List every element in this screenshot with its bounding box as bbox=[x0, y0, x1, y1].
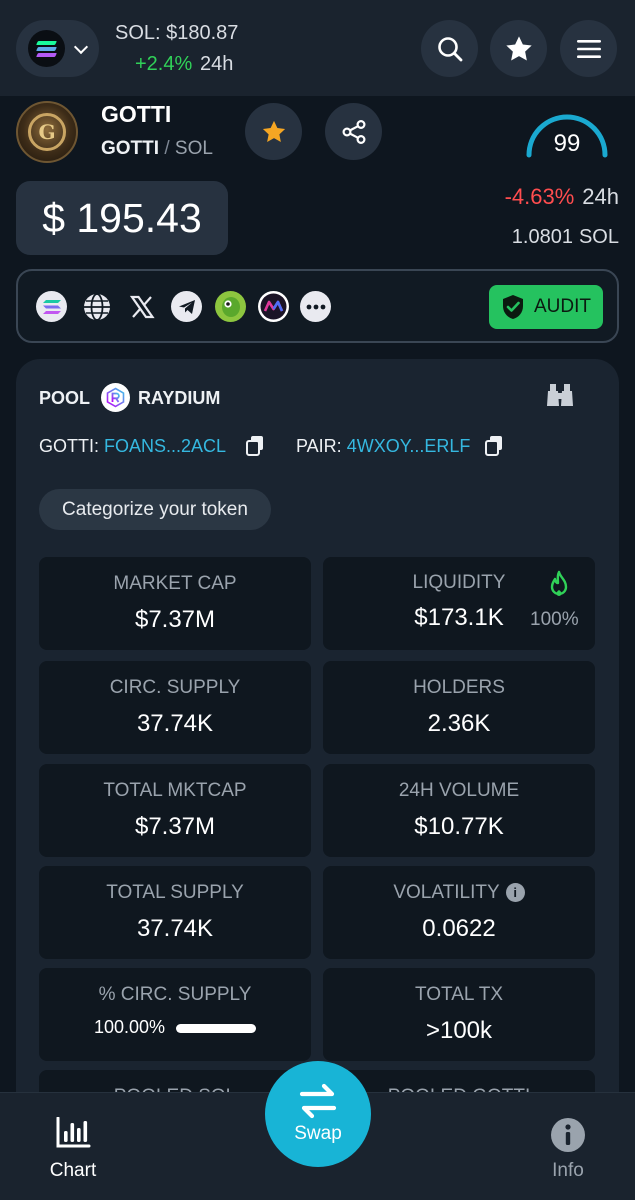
links-bar: AUDIT bbox=[16, 269, 619, 343]
stat-value: 2.36K bbox=[427, 710, 491, 737]
nav-chart[interactable]: Chart bbox=[28, 1116, 118, 1182]
nav-info-label: Info bbox=[552, 1160, 584, 1181]
stat-circ-supply: CIRC. SUPPLY 37.74K bbox=[39, 661, 311, 754]
liquidity-percent: 100% bbox=[530, 609, 579, 630]
stat-label: 24H VOLUME bbox=[398, 780, 520, 801]
solana-icon bbox=[28, 30, 65, 67]
stat-label: TOTAL MKTCAP bbox=[103, 780, 247, 801]
hamburger-icon bbox=[576, 39, 601, 58]
favorite-token-button[interactable] bbox=[245, 103, 302, 160]
search-button[interactable] bbox=[421, 20, 478, 77]
sol-price: SOL: $180.87 bbox=[115, 22, 239, 44]
chain-selector[interactable] bbox=[16, 20, 99, 77]
stat-value: 0.0622 bbox=[422, 915, 496, 942]
stat-label: VOLATILITY bbox=[393, 882, 500, 903]
token-price: $ 195.43 bbox=[16, 181, 228, 255]
nav-info[interactable]: Info bbox=[523, 1117, 613, 1182]
swap-button[interactable]: Swap bbox=[265, 1061, 371, 1167]
price-change-value: -4.63% bbox=[504, 184, 575, 209]
favorites-button[interactable] bbox=[490, 20, 547, 77]
token-address: GOTTI: FOANS...2ACL bbox=[39, 436, 226, 457]
dex-name: RAYDIUM bbox=[138, 388, 221, 408]
binoculars-button[interactable] bbox=[544, 381, 576, 414]
x-icon[interactable] bbox=[126, 291, 157, 322]
circ-supply-bar bbox=[176, 1024, 256, 1033]
token-address-label: GOTTI: bbox=[39, 436, 99, 456]
moontok-icon[interactable] bbox=[258, 291, 289, 322]
swap-arrows-icon bbox=[299, 1083, 337, 1119]
info-icon bbox=[551, 1118, 585, 1152]
price-change: -4.63% 24h bbox=[505, 184, 619, 210]
stat-holders: HOLDERS 2.36K bbox=[323, 661, 595, 754]
more-icon[interactable] bbox=[300, 291, 331, 322]
stat-label: HOLDERS bbox=[413, 677, 505, 698]
pair-address: PAIR: 4WXOY...ERLF bbox=[296, 436, 470, 457]
pair-separator: / bbox=[164, 138, 170, 159]
sol-change-period: 24h bbox=[200, 53, 234, 75]
sol-change: +2.4% bbox=[135, 53, 193, 75]
stat-value: $7.37M bbox=[134, 606, 216, 633]
stat-label: MARKET CAP bbox=[113, 573, 237, 594]
top-bar: SOL: $180.87 +2.4% 24h bbox=[0, 0, 635, 96]
pool-card: POOL RAYDIUM GOTTI: FOANS...2ACL PAIR: 4… bbox=[16, 359, 619, 1119]
share-button[interactable] bbox=[325, 103, 382, 160]
nav-chart-label: Chart bbox=[49, 1160, 97, 1181]
pair-address-label: PAIR: bbox=[296, 436, 342, 456]
token-name: GOTTI bbox=[101, 101, 172, 127]
price-change-period: 24h bbox=[582, 184, 619, 209]
stat-label: TOTAL TX bbox=[415, 984, 503, 1005]
copy-icon[interactable] bbox=[484, 435, 504, 457]
stat-value: $7.37M bbox=[134, 813, 216, 840]
menu-button[interactable] bbox=[560, 20, 617, 77]
token-address-value[interactable]: FOANS...2ACL bbox=[104, 436, 226, 456]
copy-icon[interactable] bbox=[245, 435, 265, 457]
stat-total-tx: TOTAL TX >100k bbox=[323, 968, 595, 1061]
coingecko-icon[interactable] bbox=[215, 291, 246, 322]
stat-label: TOTAL SUPPLY bbox=[106, 882, 244, 903]
shield-check-icon bbox=[503, 295, 523, 319]
info-icon[interactable]: i bbox=[505, 883, 525, 902]
audit-label: AUDIT bbox=[534, 296, 591, 317]
pool-label: POOL bbox=[39, 388, 91, 408]
share-icon bbox=[341, 119, 366, 144]
pair-base: GOTTI bbox=[101, 138, 160, 159]
solana-icon[interactable] bbox=[36, 291, 67, 322]
stat-label: % CIRC. SUPPLY bbox=[98, 984, 252, 1005]
globe-icon[interactable] bbox=[81, 291, 112, 322]
stat-value: 100.00% bbox=[94, 1017, 166, 1037]
price-in-quote-unit: SOL bbox=[578, 226, 619, 248]
raydium-icon bbox=[101, 383, 130, 412]
categorize-token-button[interactable]: Categorize your token bbox=[39, 489, 271, 530]
stat-market-cap: MARKET CAP $7.37M bbox=[39, 557, 311, 650]
stat-label: CIRC. SUPPLY bbox=[109, 677, 241, 698]
stat-liquidity: LIQUIDITY $173.1K 100% bbox=[323, 557, 595, 650]
bar-chart-icon bbox=[56, 1116, 91, 1148]
star-icon bbox=[262, 120, 285, 142]
pair-quote: SOL bbox=[174, 138, 213, 159]
audit-button[interactable]: AUDIT bbox=[489, 285, 603, 329]
stat-pct-circ-supply: % CIRC. SUPPLY 100.00% bbox=[39, 968, 311, 1061]
stat-value: 37.74K bbox=[136, 915, 214, 942]
token-pair: GOTTI / SOL bbox=[101, 138, 213, 160]
price-in-quote-value: 1.0801 bbox=[511, 226, 573, 248]
stat-total-mktcap: TOTAL MKTCAP $7.37M bbox=[39, 764, 311, 857]
stat-total-supply: TOTAL SUPPLY 37.74K bbox=[39, 866, 311, 959]
star-icon bbox=[505, 35, 532, 60]
stat-volatility: VOLATILITY i 0.0622 bbox=[323, 866, 595, 959]
stat-24h-volume: 24H VOLUME $10.77K bbox=[323, 764, 595, 857]
score-value: 99 bbox=[553, 130, 581, 157]
swap-label: Swap bbox=[294, 1123, 342, 1144]
stat-value: 37.74K bbox=[136, 710, 214, 737]
binoculars-icon bbox=[547, 384, 573, 406]
chevron-down-icon bbox=[73, 39, 89, 55]
pair-address-value[interactable]: 4WXOY...ERLF bbox=[347, 436, 471, 456]
stat-label-row: VOLATILITY i bbox=[323, 882, 595, 904]
stat-value: >100k bbox=[425, 1017, 493, 1044]
telegram-icon[interactable] bbox=[171, 291, 202, 322]
fire-icon bbox=[550, 570, 568, 596]
token-logo: G bbox=[16, 101, 78, 163]
stat-value: $10.77K bbox=[414, 813, 504, 840]
search-icon bbox=[437, 36, 462, 61]
price-in-quote: 1.0801 SOL bbox=[512, 226, 619, 249]
